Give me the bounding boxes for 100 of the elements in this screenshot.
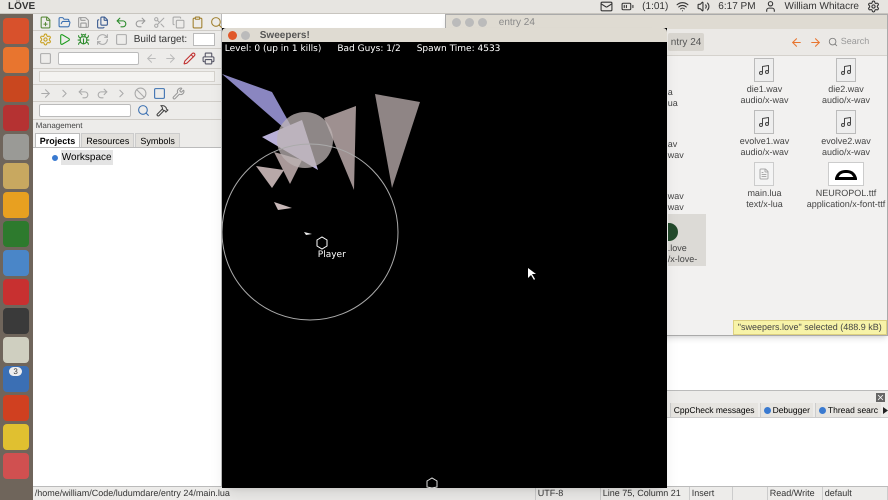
- bug-icon[interactable]: [76, 33, 90, 46]
- minimize-icon[interactable]: [240, 30, 250, 40]
- launcher-app-icon[interactable]: [3, 163, 30, 189]
- search-icon: [828, 37, 838, 47]
- file-name[interactable]: .love: [668, 243, 687, 254]
- launcher-badge: 3: [9, 367, 22, 376]
- file-name[interactable]: die2.wav: [828, 84, 864, 95]
- redo-icon[interactable]: [134, 16, 147, 28]
- save-icon[interactable]: [76, 16, 90, 28]
- run-icon[interactable]: [58, 33, 71, 46]
- text-file-icon: [754, 162, 774, 186]
- tree-item[interactable]: Workspace: [60, 150, 113, 165]
- file-name[interactable]: main.lua: [747, 188, 782, 199]
- launcher-app-icon[interactable]: [3, 47, 30, 73]
- launcher-app-icon[interactable]: [3, 192, 30, 218]
- launcher-app-icon[interactable]: [3, 337, 30, 363]
- panel-tab[interactable]: Resources: [81, 133, 134, 147]
- log-tab[interactable]: Thread searc: [814, 403, 881, 417]
- file-item[interactable]: die2.wav audio/x-wav: [805, 58, 887, 110]
- file-item[interactable]: evolve2.wav audio/x-wav: [805, 110, 887, 162]
- file-name[interactable]: wav: [668, 191, 684, 202]
- back-icon[interactable]: [144, 52, 158, 65]
- battery-time[interactable]: (1:01): [642, 0, 668, 14]
- cut-icon[interactable]: [152, 16, 166, 28]
- forward-icon[interactable]: [164, 52, 177, 65]
- record-icon[interactable]: [38, 52, 52, 65]
- search-icon[interactable]: [210, 16, 223, 28]
- build-target-label: Build target:: [134, 33, 188, 47]
- status-field: Insert: [690, 487, 733, 500]
- launcher-app-icon[interactable]: 3: [3, 366, 30, 392]
- toolbar-field[interactable]: [38, 71, 215, 82]
- file-name[interactable]: evolve2.wav: [821, 136, 871, 147]
- stop-debug-icon[interactable]: [134, 86, 147, 100]
- maximize-icon[interactable]: [478, 18, 487, 26]
- build-target-field[interactable]: [193, 33, 215, 46]
- search-icon[interactable]: [136, 104, 150, 117]
- launcher-app-icon[interactable]: [3, 308, 30, 334]
- launcher-app-icon[interactable]: [3, 134, 30, 160]
- app-name: LÖVE: [8, 0, 36, 14]
- close-icon[interactable]: [876, 392, 885, 402]
- love-file-icon: [668, 223, 678, 241]
- panel-tab[interactable]: Symbols: [135, 133, 180, 147]
- file-name[interactable]: NEUROPOL.ttf: [816, 188, 876, 199]
- printer-icon[interactable]: [202, 52, 215, 65]
- user-icon[interactable]: [764, 0, 777, 13]
- battery-icon[interactable]: [621, 0, 634, 13]
- status-field: default: [822, 487, 888, 500]
- hammer-icon[interactable]: [156, 104, 169, 117]
- path-button[interactable]: ntry 24: [668, 33, 704, 51]
- paste-icon[interactable]: [190, 16, 204, 28]
- new-file-icon[interactable]: [38, 16, 52, 28]
- window-title: Sweepers!: [260, 28, 310, 42]
- forward-icon[interactable]: [808, 36, 822, 48]
- undo-icon[interactable]: [114, 16, 128, 28]
- step-icon[interactable]: [38, 86, 52, 100]
- file-name[interactable]: die1.wav: [746, 84, 782, 95]
- open-folder-icon[interactable]: [58, 16, 71, 28]
- scroll-right-icon[interactable]: [883, 406, 888, 414]
- user-name[interactable]: William Whitacre: [784, 0, 859, 14]
- file-item[interactable]: .love /x-love-: [668, 214, 706, 266]
- pencil-icon[interactable]: [182, 52, 196, 65]
- launcher-app-icon[interactable]: [3, 250, 30, 276]
- file-item[interactable]: die1.wav audio/x-wav: [724, 58, 806, 110]
- minimize-icon[interactable]: [464, 18, 474, 26]
- window-title: entry 24: [498, 16, 535, 30]
- log-tab[interactable]: Debugger: [760, 403, 813, 417]
- file-type: text/x-lua: [745, 199, 784, 210]
- file-name[interactable]: a: [668, 87, 673, 98]
- window-icon[interactable]: [152, 86, 166, 100]
- mail-icon[interactable]: [600, 0, 614, 13]
- file-type: audio/x-wav: [820, 95, 871, 106]
- step-out-icon[interactable]: [76, 86, 90, 100]
- file-name[interactable]: evolve1.wav: [740, 136, 790, 147]
- file-type: audio/x-wav: [820, 147, 871, 158]
- rebuild-icon[interactable]: [96, 33, 109, 46]
- continue-icon[interactable]: [96, 86, 109, 100]
- settings-icon[interactable]: [867, 0, 880, 13]
- volume-icon[interactable]: [697, 0, 710, 13]
- file-type: wav: [668, 202, 684, 213]
- stop-icon[interactable]: [114, 33, 128, 46]
- log-tab[interactable]: CppCheck messages: [670, 403, 758, 417]
- wrench-icon[interactable]: [172, 86, 185, 100]
- back-icon[interactable]: [790, 36, 803, 48]
- close-icon[interactable]: [228, 30, 237, 40]
- launcher-app-icon[interactable]: [3, 424, 30, 450]
- audio-file-icon: [836, 58, 856, 82]
- search-combo[interactable]: [38, 104, 131, 117]
- text-field[interactable]: [58, 52, 139, 65]
- audio-file-icon: [836, 110, 856, 134]
- file-item[interactable]: wav wav: [668, 162, 706, 214]
- copy-icon[interactable]: [172, 16, 185, 28]
- file-item[interactable]: NEUROPOL.ttf application/x-font-ttf: [805, 162, 887, 214]
- save-all-icon[interactable]: [96, 16, 109, 28]
- file-item[interactable]: main.lua text/x-lua: [724, 162, 806, 214]
- clock[interactable]: 6:17 PM: [718, 0, 756, 14]
- file-item[interactable]: a ua: [668, 58, 706, 110]
- file-item[interactable]: evolve1.wav audio/x-wav: [724, 110, 806, 162]
- file-item[interactable]: av wav: [668, 110, 706, 162]
- file-name[interactable]: av: [668, 139, 678, 150]
- panel-tab[interactable]: Projects: [34, 133, 80, 147]
